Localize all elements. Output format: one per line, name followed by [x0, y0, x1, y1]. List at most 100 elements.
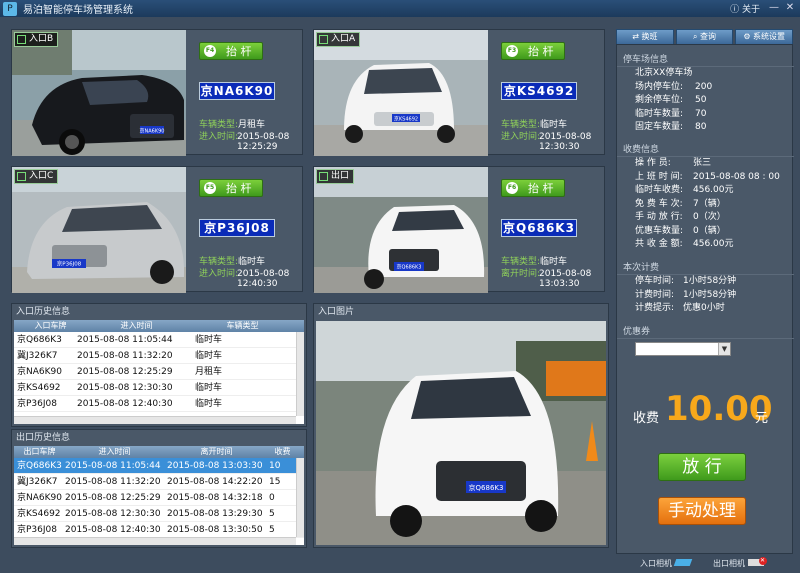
- table-cell: 10: [269, 461, 281, 471]
- column-header[interactable]: 进入时间: [84, 320, 186, 332]
- lift-gate-label: 抬 杆: [226, 45, 252, 58]
- exit-history-table: 出口车牌 进入时间 离开时间 收费 京Q686K3 2015-08-08 11:0…: [14, 446, 304, 545]
- manual-process-button[interactable]: 手动处理: [658, 497, 746, 525]
- title-bar: P 易泊智能停车场管理系统 ⓘ 关于 — ✕: [0, 0, 800, 17]
- table-cell: 2015-08-08 13:30:50: [167, 525, 263, 535]
- coupon-section: 优惠券 ▼: [617, 325, 794, 356]
- camera-tag: 入口C: [14, 169, 59, 184]
- info-key: 固定车数量:: [635, 122, 684, 132]
- vehicle-type-label: 车辆类型:: [501, 120, 541, 130]
- vertical-scrollbar[interactable]: [296, 332, 304, 416]
- lift-gate-button[interactable]: F5 抬 杆: [199, 179, 263, 197]
- column-header[interactable]: 车辆类型: [186, 320, 296, 332]
- hotkey-badge: F5: [204, 182, 216, 194]
- table-cell: 0: [269, 493, 275, 503]
- about-button[interactable]: ⓘ 关于: [730, 2, 760, 15]
- info-line: 剩余停车位: 50: [617, 94, 794, 108]
- chevron-down-icon[interactable]: ▼: [718, 343, 730, 355]
- about-label: 关于: [741, 5, 760, 15]
- lift-gate-button[interactable]: F6 抬 杆: [501, 179, 565, 197]
- table-cell: 2015-08-08 12:40:30: [65, 525, 161, 535]
- shift-change-button[interactable]: ⇄ 换班: [616, 29, 674, 45]
- close-button[interactable]: ✕: [783, 1, 797, 14]
- info-line: 上 班 时 间: 2015-08-08 08 : 00: [617, 171, 794, 185]
- table-row[interactable]: 冀J326K7 2015-08-08 11:32:20 2015-08-08 14:…: [14, 474, 304, 490]
- query-button[interactable]: ⌕ 查询: [675, 29, 734, 45]
- release-button[interactable]: 放 行: [658, 453, 746, 481]
- coupon-select[interactable]: ▼: [635, 342, 731, 356]
- table-row[interactable]: 京NA6K90 2015-08-08 12:25:29 月租车: [14, 364, 304, 380]
- column-header[interactable]: 出口车牌: [14, 446, 62, 458]
- table-row[interactable]: 京KS4692 2015-08-08 12:30:30 临时车: [14, 380, 304, 396]
- table-cell: 临时车: [195, 335, 223, 345]
- vertical-scrollbar[interactable]: [296, 458, 304, 537]
- table-cell: 2015-08-08 14:32:18: [167, 493, 263, 503]
- camera-tag: 入口A: [316, 32, 361, 47]
- vehicle-type: 车辆类型:临时车: [199, 257, 265, 268]
- column-header[interactable]: 进入时间: [62, 446, 164, 458]
- camera-tag-label: 出口: [331, 171, 350, 181]
- table-header: 入口车牌 进入时间 车辆类型: [14, 320, 304, 332]
- lift-gate-label: 抬 杆: [528, 182, 554, 195]
- table-cell: 临时车: [195, 399, 223, 409]
- time-date: 2015-08-08: [539, 132, 592, 142]
- table-cell: 2015-08-08 12:40:30: [77, 399, 173, 409]
- horizontal-scrollbar[interactable]: [14, 416, 296, 424]
- entry-icon: [17, 35, 26, 44]
- table-cell: 京P36J08: [17, 399, 57, 409]
- column-header[interactable]: 收费: [266, 446, 296, 458]
- table-row[interactable]: 京KS4692 2015-08-08 12:30:30 2015-08-08 13:…: [14, 506, 304, 522]
- table-row[interactable]: 京Q686K3 2015-08-08 11:05:44 临时车: [14, 332, 304, 348]
- section-title: 收费信息: [617, 143, 794, 157]
- photo-plate-text: 京KS4692: [394, 116, 418, 123]
- info-key: 计费时间:: [635, 289, 675, 300]
- column-header[interactable]: 入口车牌: [14, 320, 84, 332]
- info-key: 临时车收费:: [635, 185, 684, 195]
- hotkey-badge: F6: [506, 182, 518, 194]
- info-line: 操 作 员: 张三: [617, 157, 794, 171]
- camera-photo: 京KS4692: [314, 30, 488, 156]
- table-row[interactable]: 京Q686K3 2015-08-08 11:05:44 2015-08-08 13:…: [14, 458, 304, 474]
- settings-button[interactable]: ⚙ 系统设置: [735, 29, 794, 45]
- column-header[interactable]: 离开时间: [164, 446, 266, 458]
- table-row[interactable]: 京P36J08 2015-08-08 12:40:30 2015-08-08 13:…: [14, 522, 304, 538]
- app-logo-icon: P: [3, 1, 17, 16]
- info-value: 0（辆）: [693, 225, 726, 236]
- lift-gate-button[interactable]: F3 抬 杆: [501, 42, 565, 60]
- info-key: 上 班 时 间:: [635, 171, 683, 182]
- info-value: 200: [695, 81, 713, 92]
- info-value: 0（次）: [693, 212, 726, 222]
- table-row[interactable]: 京NA6K90 2015-08-08 12:25:29 2015-08-08 14:…: [14, 490, 304, 506]
- table-cell: 5: [269, 525, 275, 535]
- lift-gate-label: 抬 杆: [528, 45, 554, 58]
- exit-camera-label: 出口相机: [713, 559, 745, 568]
- info-line: 优惠车数量: 0（辆）: [617, 225, 794, 239]
- horizontal-scrollbar[interactable]: [14, 537, 296, 545]
- camera-photo: 京Q686K3: [314, 167, 488, 293]
- table-cell: 2015-08-08 13:03:30: [167, 461, 263, 471]
- entry-history-table: 入口车牌 进入时间 车辆类型 京Q686K3 2015-08-08 11:05:4…: [14, 320, 304, 424]
- app-title: 易泊智能停车场管理系统: [23, 5, 133, 16]
- photo-plate-text: 京P36J08: [57, 260, 82, 268]
- time-date: 2015-08-08: [539, 269, 592, 279]
- table-row[interactable]: 冀J326K7 2015-08-08 11:32:20 临时车: [14, 348, 304, 364]
- table-cell: 5: [269, 509, 275, 519]
- table-cell: 冀J326K7: [17, 351, 58, 361]
- time-label: 进入时间:: [199, 132, 239, 142]
- info-key: 共 收 金 额:: [635, 239, 683, 249]
- camera-tag-label: 入口B: [29, 34, 54, 44]
- section-title: 停车场信息: [617, 53, 794, 67]
- time-info: 进入时间:: [199, 269, 238, 280]
- table-row[interactable]: 京P36J08 2015-08-08 12:40:30 临时车: [14, 396, 304, 412]
- time-clock: 12:40:30: [237, 279, 278, 289]
- info-key: 优惠车数量:: [635, 225, 684, 236]
- time-clock: 12:25:29: [237, 142, 278, 152]
- lift-gate-button[interactable]: F4 抬 杆: [199, 42, 263, 60]
- info-value: 456.00元: [693, 239, 734, 249]
- minimize-button[interactable]: —: [767, 1, 781, 14]
- vehicle-type: 车辆类型:月租车: [199, 120, 265, 131]
- plate-number: 京KS4692: [501, 82, 577, 100]
- info-sidebar: 停车场信息 北京XX停车场 场内停车位: 200 剩余停车位: 50 临时车数量: 70 固…: [616, 44, 794, 554]
- parking-name: 北京XX停车场: [635, 68, 693, 78]
- error-icon: ✕: [758, 557, 767, 565]
